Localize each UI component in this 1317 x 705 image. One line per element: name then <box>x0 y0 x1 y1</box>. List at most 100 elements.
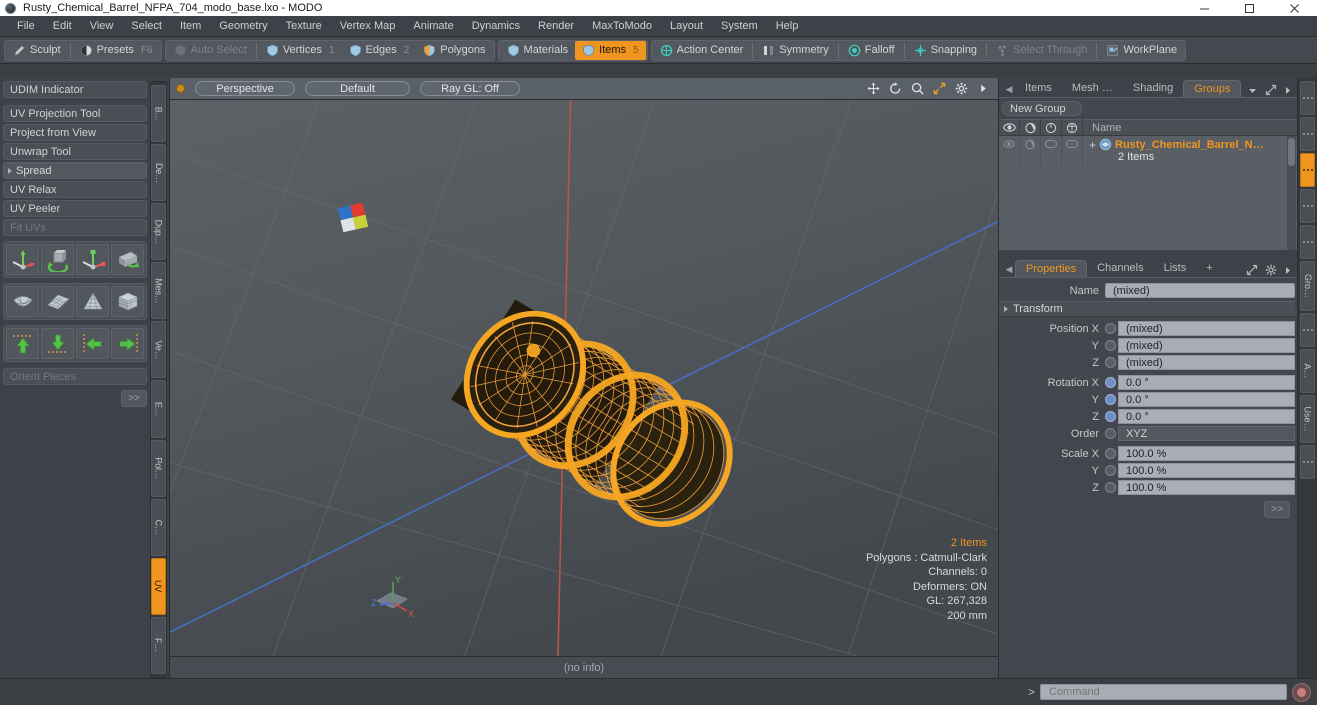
scale-z-field[interactable]: 100.0 % <box>1118 480 1295 495</box>
rtab-2[interactable] <box>1300 117 1315 151</box>
vtab-b[interactable]: B… <box>151 85 166 143</box>
render-icon[interactable] <box>1020 119 1041 136</box>
maximize-button[interactable] <box>1227 0 1272 16</box>
minimize-button[interactable] <box>1182 0 1227 16</box>
shading-mode-dropdown[interactable]: Default <box>305 81 410 96</box>
rtab-1[interactable] <box>1300 81 1315 115</box>
vtab-c[interactable]: C… <box>151 498 166 556</box>
fit-icon[interactable] <box>933 82 946 95</box>
scale-z-radio[interactable] <box>1105 482 1116 493</box>
menu-texture[interactable]: Texture <box>277 16 331 37</box>
groups-tree-scrollbar[interactable] <box>1287 136 1296 250</box>
vtab-e[interactable]: E… <box>151 380 166 438</box>
uv-flip-tool-icon[interactable] <box>111 244 144 275</box>
menu-animate[interactable]: Animate <box>404 16 462 37</box>
select-through-button[interactable]: Select Through <box>989 41 1094 60</box>
vtab-de[interactable]: De… <box>151 144 166 202</box>
rotate-icon[interactable] <box>889 82 902 95</box>
uv-relax-button[interactable]: UV Relax <box>3 181 147 198</box>
chevron-right-icon[interactable] <box>977 82 990 95</box>
chevron-down-icon[interactable] <box>1247 85 1258 96</box>
panel-menu-icon[interactable] <box>1284 85 1292 96</box>
left-panel-more-button[interactable]: >> <box>121 390 147 407</box>
uv-align-right-icon[interactable] <box>111 328 144 359</box>
transform-section-header[interactable]: Transform <box>999 301 1295 317</box>
menu-maxtomodo[interactable]: MaxToModo <box>583 16 661 37</box>
row-lock-toggle[interactable] <box>1041 136 1062 166</box>
edges-button[interactable]: Edges 2 <box>342 41 417 60</box>
scrollbar-thumb[interactable] <box>1288 138 1295 166</box>
uv-box-map-icon[interactable] <box>111 286 144 317</box>
uv-sphere-map-icon[interactable] <box>6 286 39 317</box>
rtab-10[interactable] <box>1300 445 1315 479</box>
tab-lists[interactable]: Lists <box>1154 260 1197 277</box>
rotation-z-radio[interactable] <box>1105 411 1116 422</box>
uv-cone-map-icon[interactable] <box>76 286 109 317</box>
uv-align-down-icon[interactable] <box>41 328 74 359</box>
new-group-button[interactable]: New Group <box>1002 101 1082 116</box>
rotation-x-radio[interactable] <box>1105 377 1116 388</box>
position-z-field[interactable]: (mixed) <box>1118 355 1295 370</box>
tab-properties[interactable]: Properties <box>1015 260 1088 277</box>
uv-projection-tool-button[interactable]: UV Projection Tool <box>3 105 147 122</box>
panel-menu-icon[interactable] <box>1284 265 1292 276</box>
menu-dynamics[interactable]: Dynamics <box>463 16 529 37</box>
menu-file[interactable]: File <box>8 16 44 37</box>
menu-render[interactable]: Render <box>529 16 583 37</box>
menu-view[interactable]: View <box>81 16 123 37</box>
axis-gizmo[interactable]: Y X Z <box>369 573 425 626</box>
position-x-field[interactable]: (mixed) <box>1118 321 1295 336</box>
spread-group-header[interactable]: Spread <box>3 162 147 179</box>
rtab-7[interactable] <box>1300 313 1315 347</box>
gear-icon[interactable] <box>1265 264 1277 276</box>
vtab-ve[interactable]: Ve… <box>151 321 166 379</box>
properties-more-button[interactable]: >> <box>1264 501 1290 518</box>
rtab-use[interactable]: Use… <box>1300 395 1315 443</box>
row-render-toggle[interactable] <box>1020 136 1041 166</box>
expand-plus-icon[interactable]: + <box>1089 139 1096 151</box>
rtab-3-active[interactable] <box>1300 153 1315 187</box>
rtab-4[interactable] <box>1300 189 1315 223</box>
scale-y-radio[interactable] <box>1105 465 1116 476</box>
position-z-radio[interactable] <box>1105 357 1116 368</box>
table-row[interactable]: + Rusty_Chemical_Barrel_N… 2 Items <box>999 136 1297 166</box>
uv-rotate-tool-icon[interactable] <box>41 244 74 275</box>
items-button[interactable]: Items 5 <box>575 40 646 60</box>
uv-move-tool-icon[interactable] <box>6 244 39 275</box>
viewport-menu-icon[interactable] <box>176 84 185 93</box>
position-y-radio[interactable] <box>1105 340 1116 351</box>
menu-system[interactable]: System <box>712 16 767 37</box>
expand-panel-icon[interactable] <box>1246 264 1258 276</box>
uv-align-left-icon[interactable] <box>76 328 109 359</box>
rtab-5[interactable] <box>1300 225 1315 259</box>
3d-viewport[interactable]: Y X Z 2 Items Polygons : Catmull-Clark C… <box>170 100 998 656</box>
tab-scroll-left-icon[interactable]: ◀ <box>1003 81 1015 97</box>
vtab-uv[interactable]: UV <box>151 557 166 615</box>
tab-add[interactable]: + <box>1196 260 1222 277</box>
uv-align-up-icon[interactable] <box>6 328 39 359</box>
menu-edit[interactable]: Edit <box>44 16 81 37</box>
unwrap-tool-button[interactable]: Unwrap Tool <box>3 143 147 160</box>
raygl-dropdown[interactable]: Ray GL: Off <box>420 81 520 96</box>
expand-panel-icon[interactable] <box>1265 84 1277 96</box>
order-dropdown[interactable]: XYZ <box>1118 426 1295 441</box>
tab-mesh[interactable]: Mesh … <box>1062 80 1123 97</box>
name-field[interactable]: (mixed) <box>1105 283 1295 298</box>
symmetry-button[interactable]: Symmetry <box>755 41 836 60</box>
vtab-mes[interactable]: Mes… <box>151 262 166 320</box>
polygons-button[interactable]: Polygons <box>416 41 492 60</box>
row-visibility-toggle[interactable] <box>999 136 1020 166</box>
uv-planar-map-icon[interactable] <box>41 286 74 317</box>
menu-item[interactable]: Item <box>171 16 210 37</box>
materials-button[interactable]: Materials <box>500 41 576 60</box>
position-y-field[interactable]: (mixed) <box>1118 338 1295 353</box>
position-x-radio[interactable] <box>1105 323 1116 334</box>
scale-x-field[interactable]: 100.0 % <box>1118 446 1295 461</box>
uv-peeler-button[interactable]: UV Peeler <box>3 200 147 217</box>
visibility-eye-icon[interactable] <box>999 119 1020 136</box>
close-button[interactable] <box>1272 0 1317 16</box>
udim-indicator-button[interactable]: UDIM Indicator <box>3 81 147 98</box>
tab-channels[interactable]: Channels <box>1087 260 1153 277</box>
menu-select[interactable]: Select <box>122 16 171 37</box>
rtab-groups[interactable]: Gro… <box>1300 261 1315 311</box>
